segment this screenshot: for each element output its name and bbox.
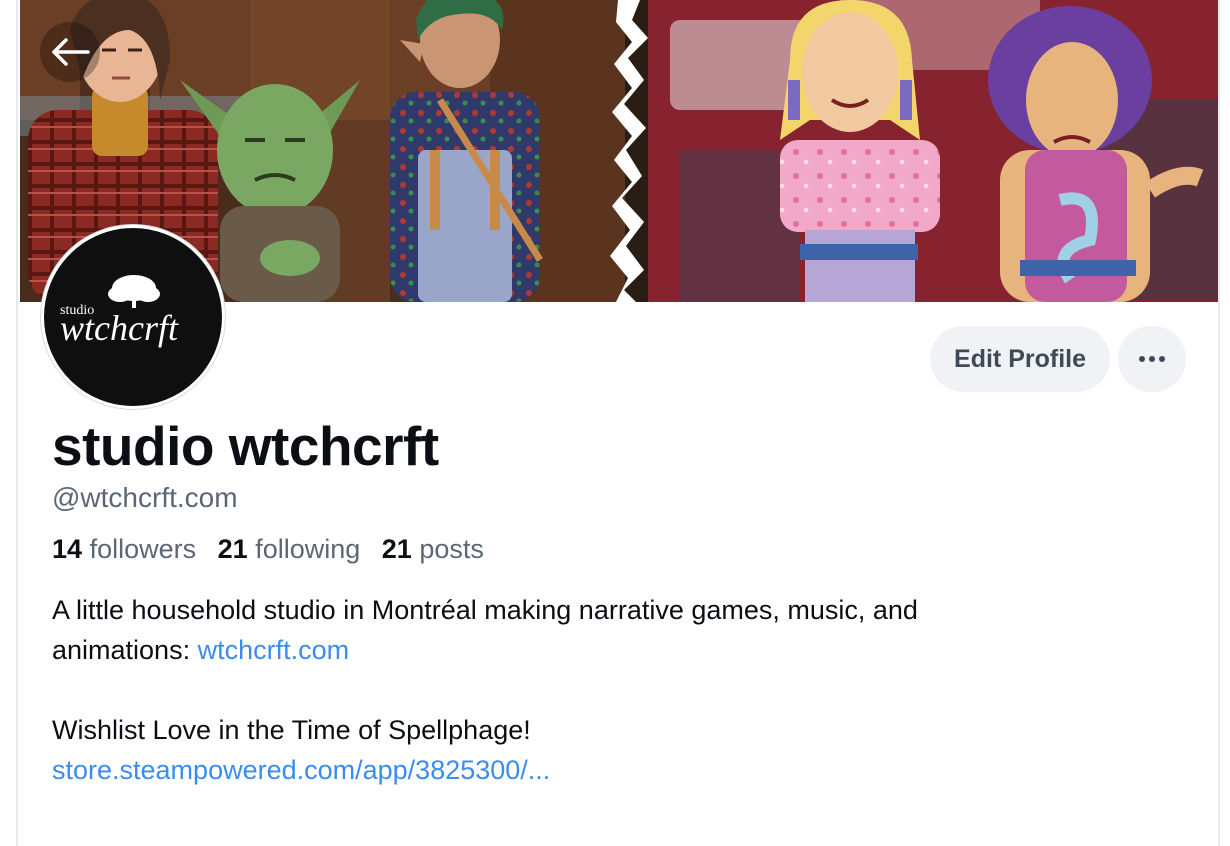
back-button[interactable]: [40, 22, 100, 82]
tree-icon: [108, 275, 160, 308]
posts-stat: 21 posts: [382, 534, 484, 564]
profile-display-name: studio wtchcrft: [52, 415, 439, 477]
followers-count: 14: [52, 534, 83, 564]
avatar-logo: studio wtchcrft: [60, 275, 179, 348]
bio-line-4: store.steampowered.com/app/3825300/...: [52, 750, 1172, 790]
profile-bio: A little household studio in Montréal ma…: [52, 590, 1172, 790]
bio-line-1: A little household studio in Montréal ma…: [52, 595, 918, 625]
profile-page: studio wtchcrft Edit Profile studio wtch…: [16, 0, 1220, 846]
ellipsis-icon: [1139, 356, 1165, 362]
profile-handle: @wtchcrft.com: [52, 482, 238, 513]
profile-actions: Edit Profile: [930, 326, 1186, 392]
following-label: following: [255, 534, 361, 564]
followers-label: followers: [89, 534, 197, 564]
steam-store-link[interactable]: store.steampowered.com/app/3825300/...: [52, 755, 550, 785]
arrow-left-icon: [52, 38, 90, 66]
more-options-button[interactable]: [1118, 326, 1186, 392]
avatar-logo-main: wtchcrft: [60, 308, 179, 348]
bio-line-2: animations: wtchcrft.com: [52, 630, 1172, 670]
followers-link[interactable]: 14 followers: [52, 534, 196, 564]
profile-stats: 14 followers 21 following 21 posts: [52, 534, 498, 565]
posts-label: posts: [419, 534, 484, 564]
bio-line-2-text: animations:: [52, 635, 198, 665]
bio-spacer: [52, 670, 1172, 710]
website-link[interactable]: wtchcrft.com: [198, 635, 350, 665]
following-link[interactable]: 21 following: [218, 534, 361, 564]
edit-profile-button[interactable]: Edit Profile: [930, 326, 1110, 392]
avatar[interactable]: studio wtchcrft: [41, 225, 225, 409]
following-count: 21: [217, 534, 248, 564]
posts-count: 21: [381, 534, 412, 564]
bio-line-3: Wishlist Love in the Time of Spellphage!: [52, 715, 531, 745]
